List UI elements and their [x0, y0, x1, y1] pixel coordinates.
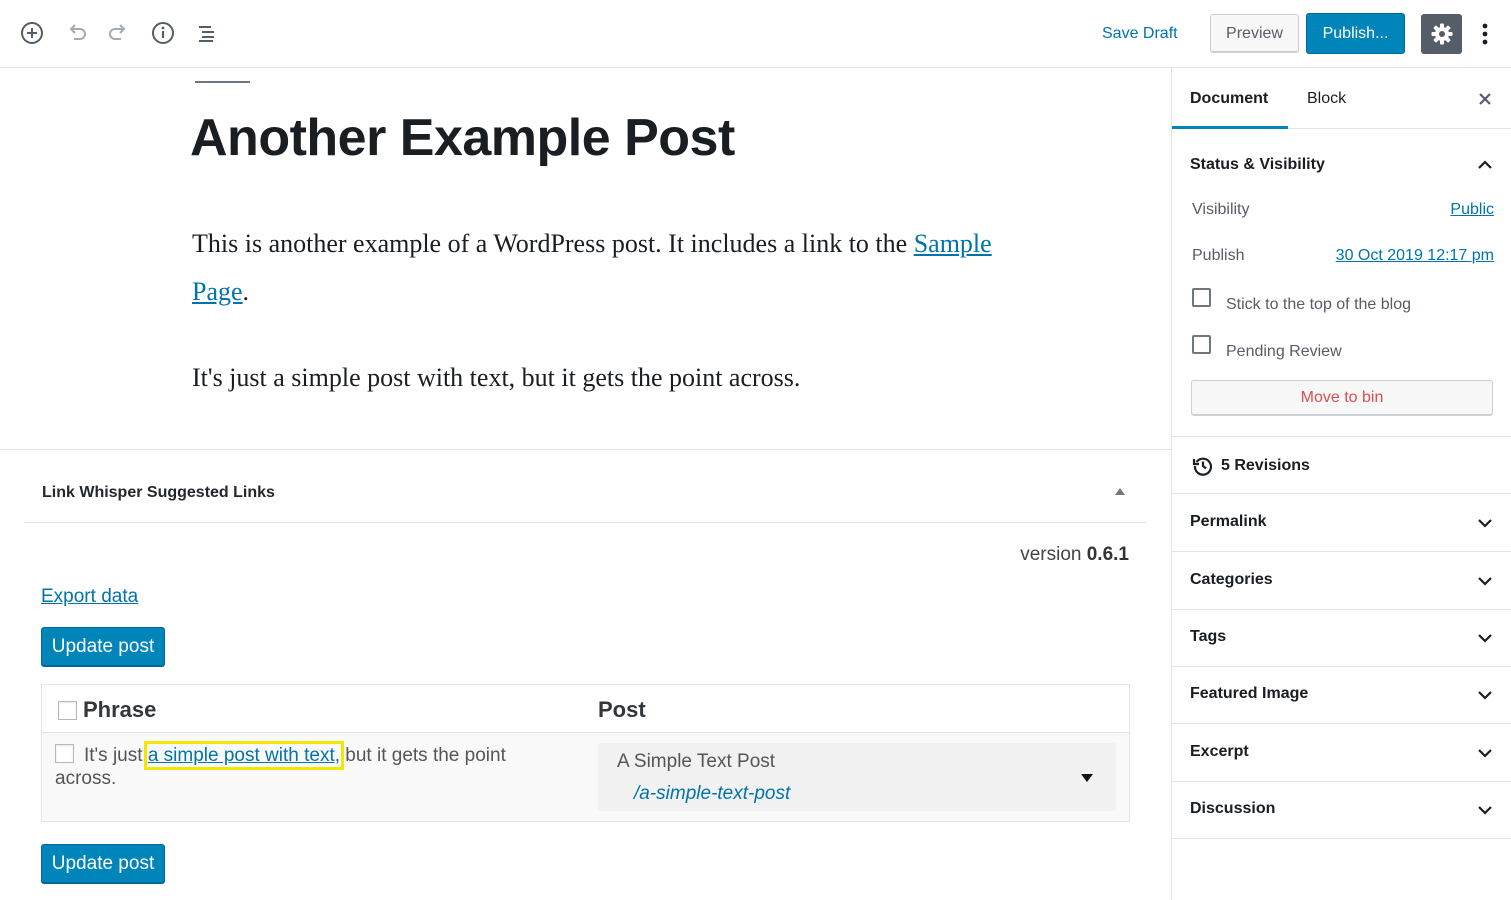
preview-button[interactable]: Preview [1210, 14, 1299, 53]
select-all-checkbox[interactable] [58, 701, 77, 720]
tab-block[interactable]: Block [1307, 68, 1346, 129]
excerpt-panel[interactable]: Excerpt [1172, 724, 1511, 782]
add-block-icon[interactable] [17, 18, 47, 48]
column-header-post: Post [598, 697, 646, 722]
featured-image-panel[interactable]: Featured Image [1172, 666, 1511, 724]
chevron-down-icon [1478, 577, 1492, 586]
panel-title: Featured Image [1190, 685, 1309, 702]
permalink-panel[interactable]: Permalink [1172, 494, 1511, 552]
plugin-version: version 0.6.1 [1020, 544, 1129, 565]
target-post-title: A Simple Text Post [617, 751, 776, 772]
revisions-history-icon [1192, 457, 1213, 476]
pending-review-checkbox[interactable] [1192, 335, 1211, 354]
table-header: Phrase Post [42, 685, 1129, 733]
more-menu-icon[interactable] [1473, 18, 1497, 50]
link-whisper-title: Link Whisper Suggested Links [42, 484, 275, 501]
revisions-link: 5 Revisions [1221, 457, 1310, 474]
panel-title: Permalink [1190, 513, 1267, 530]
target-post-slug: /a-simple-text-post [634, 783, 791, 804]
chevron-down-icon [1478, 634, 1492, 643]
update-post-button[interactable]: Update post [41, 844, 165, 883]
suggested-links-table: Phrase Post It's just a simple post with… [41, 684, 1130, 822]
sticky-label: Stick to the top of the blog [1226, 296, 1412, 313]
block-navigation-icon[interactable] [192, 18, 222, 48]
export-data-link[interactable]: Export data [41, 586, 138, 608]
panel-title[interactable]: Status & Visibility [1190, 156, 1325, 174]
close-icon[interactable] [1476, 90, 1494, 108]
highlighted-anchor-link[interactable]: a simple post with text, [143, 741, 345, 770]
pending-review-label: Pending Review [1226, 343, 1342, 360]
discussion-panel[interactable]: Discussion [1172, 781, 1511, 839]
undo-icon[interactable] [61, 18, 91, 48]
title-separator [195, 81, 250, 83]
paragraph-block[interactable]: This is another example of a WordPress p… [192, 220, 992, 316]
post-title[interactable]: Another Example Post [190, 108, 735, 168]
gear-icon [1431, 23, 1452, 45]
paragraph-block[interactable]: It's just a simple post with text, but i… [192, 354, 992, 402]
tags-panel[interactable]: Tags [1172, 609, 1511, 667]
editor-canvas: Another Example Post This is another exa… [0, 68, 1171, 900]
update-post-button[interactable]: Update post [41, 627, 165, 666]
visibility-label: Visibility [1192, 201, 1250, 218]
paragraph-text: This is another example of a WordPress p… [192, 229, 914, 258]
chevron-down-icon [1478, 806, 1492, 815]
sticky-checkbox[interactable] [1192, 288, 1211, 307]
redo-icon[interactable] [104, 18, 134, 48]
column-header-phrase: Phrase [83, 697, 157, 722]
status-visibility-panel: Status & Visibility Visibility Public Pu… [1172, 129, 1511, 437]
link-whisper-header[interactable]: Link Whisper Suggested Links [24, 450, 1146, 523]
publish-date-toggle[interactable]: 30 Oct 2019 12:17 pm [1336, 247, 1494, 265]
panel-title: Discussion [1190, 800, 1276, 817]
chevron-down-icon [1478, 519, 1492, 528]
sidebar-tabs: Document Block [1172, 68, 1511, 129]
dropdown-arrow-icon [1081, 774, 1093, 782]
chevron-down-icon [1478, 691, 1492, 700]
settings-button[interactable] [1421, 14, 1462, 54]
panel-title: Excerpt [1190, 743, 1249, 760]
save-draft-button[interactable]: Save Draft [1094, 20, 1186, 48]
publish-button[interactable]: Publish... [1306, 13, 1405, 54]
revisions-panel[interactable]: 5 Revisions [1172, 437, 1511, 494]
panel-title: Categories [1190, 571, 1273, 588]
collapse-triangle-icon[interactable] [1113, 485, 1127, 497]
tab-document[interactable]: Document [1172, 68, 1288, 129]
chevron-down-icon [1478, 749, 1492, 758]
paragraph-text: . [242, 277, 250, 306]
suggested-phrase: It's just a simple post with text, but i… [55, 741, 506, 789]
categories-panel[interactable]: Categories [1172, 552, 1511, 610]
move-to-bin-button[interactable]: Move to bin [1191, 380, 1493, 416]
visibility-toggle[interactable]: Public [1450, 201, 1494, 219]
info-icon[interactable] [148, 18, 178, 48]
panel-title: Tags [1190, 628, 1227, 645]
settings-sidebar: Document Block Status & Visibility Visib… [1171, 68, 1511, 900]
publish-label: Publish [1192, 247, 1245, 264]
target-post-select[interactable]: A Simple Text Post /a-simple-text-post [598, 743, 1116, 811]
editor-toolbar: Save Draft Preview Publish... [0, 0, 1511, 68]
chevron-up-icon[interactable] [1476, 156, 1494, 174]
